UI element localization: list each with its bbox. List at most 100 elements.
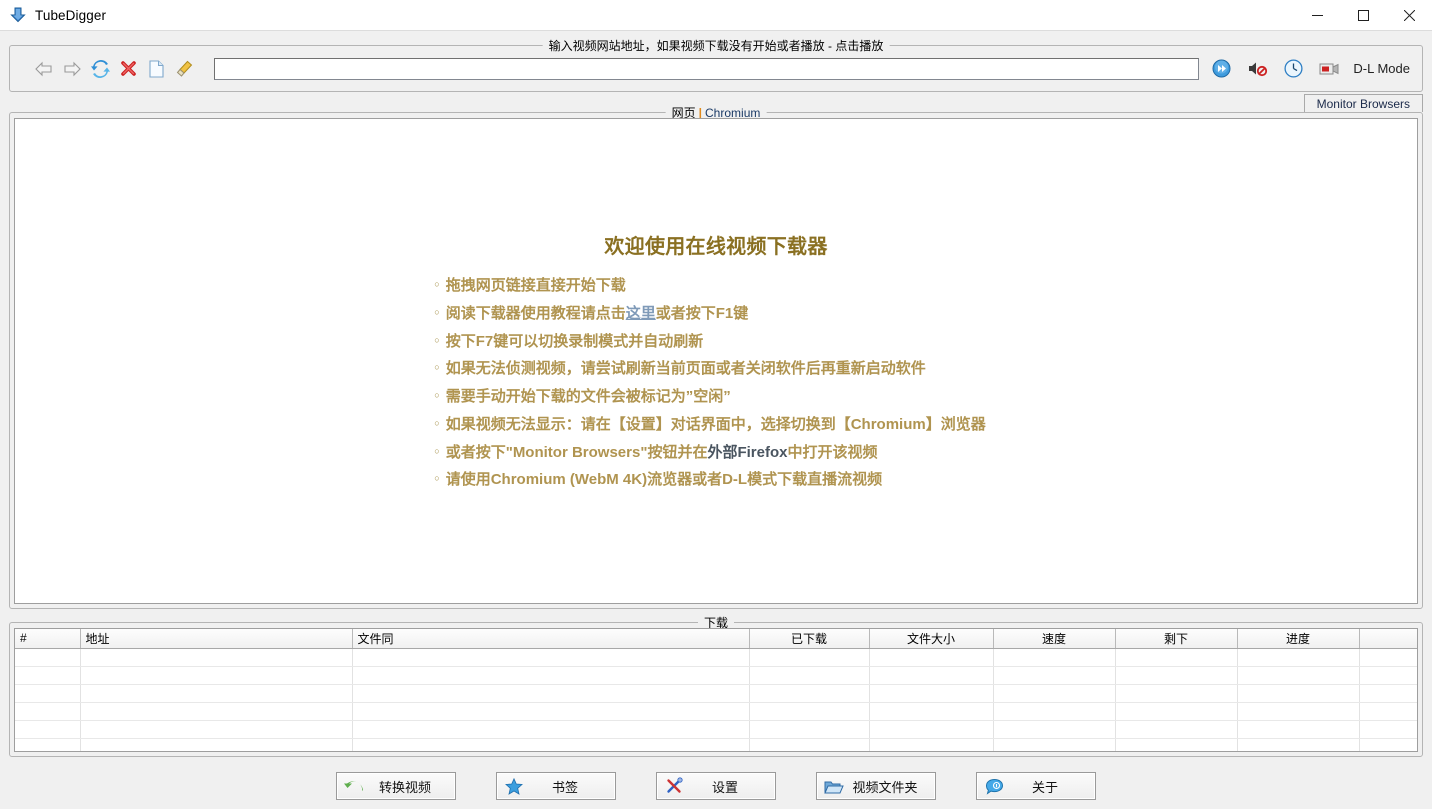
close-button[interactable] [1386,0,1432,31]
table-cell [869,738,993,752]
table-cell [869,648,993,666]
table-cell [80,702,352,720]
bullet-icon: ○ [434,447,439,456]
dl-mode-label[interactable]: D-L Mode [1353,61,1410,76]
table-cell [1115,666,1237,684]
table-cell [1359,738,1418,752]
mute-icon[interactable] [1243,56,1271,82]
table-cell [869,702,993,720]
browser-viewport[interactable]: 欢迎使用在线视频下载器 ○ 拖拽网页链接直接开始下载 ○ 阅读下载器使用教程请点… [14,118,1418,604]
table-header-row: #地址文件同已下载文件大小速度剩下进度 [15,629,1418,648]
column-header[interactable] [1359,629,1418,648]
forward-icon[interactable] [58,56,86,82]
record-icon[interactable] [1315,56,1343,82]
list-item-text: 阅读下载器使用教程请点击这里或者按下F1键 [446,305,749,324]
table-cell [15,720,80,738]
column-header[interactable]: # [15,629,80,648]
table-cell [80,666,352,684]
monitor-browsers-button[interactable]: Monitor Browsers [1304,94,1423,112]
new-page-icon[interactable] [142,56,170,82]
table-row[interactable] [15,684,1418,702]
column-header[interactable]: 进度 [1237,629,1359,648]
table-cell [993,702,1115,720]
play-icon[interactable] [1207,56,1235,82]
table-cell [749,684,869,702]
video-folder-label: 视频文件夹 [845,777,929,796]
table-cell [869,720,993,738]
table-cell [1115,738,1237,752]
maximize-button[interactable] [1340,0,1386,31]
table-cell [1237,738,1359,752]
monitor-browsers-label: Monitor Browsers [1317,97,1410,111]
clear-icon[interactable] [170,56,198,82]
about-icon [983,776,1005,796]
bullet-icon: ○ [434,363,439,372]
bullet-icon: ○ [434,391,439,400]
table-cell [1237,648,1359,666]
table-row[interactable] [15,720,1418,738]
about-button[interactable]: 关于 [976,772,1096,800]
refresh-icon[interactable] [86,56,114,82]
table-cell [993,648,1115,666]
table-cell [1115,684,1237,702]
table-cell [80,648,352,666]
table-cell [80,720,352,738]
list-item-text: 或者按下"Monitor Browsers"按钮并在外部Firefox中打开该视… [446,444,878,463]
video-folder-button[interactable]: 视频文件夹 [816,772,936,800]
column-header[interactable]: 文件同 [352,629,749,648]
list-item-text: 拖拽网页链接直接开始下载 [446,277,626,296]
table-cell [352,702,749,720]
table-row[interactable] [15,702,1418,720]
table-cell [1237,666,1359,684]
bookmarks-button[interactable]: 书签 [496,772,616,800]
column-header[interactable]: 文件大小 [869,629,993,648]
minimize-button[interactable] [1294,0,1340,31]
tutorial-link[interactable]: 这里 [626,305,656,322]
folder-icon [823,776,845,796]
convert-video-button[interactable]: 转换视频 [336,772,456,800]
bullet-pre: 如果无法侦测视频，请尝试刷新当前页面或者关闭软件后再重新启动软件 [446,360,926,377]
table-cell [1359,666,1418,684]
downloads-table-wrap[interactable]: #地址文件同已下载文件大小速度剩下进度 [14,628,1418,752]
table-cell [1359,720,1418,738]
list-item: ○ 如果无法侦测视频，请尝试刷新当前页面或者关闭软件后再重新启动软件 [434,360,985,379]
convert-video-label: 转换视频 [365,777,449,796]
list-item-text: 如果视频无法显示：请在【设置】对话界面中，选择切换到【Chromium】浏览器 [446,416,986,435]
url-input[interactable] [214,58,1199,80]
column-header[interactable]: 剩下 [1115,629,1237,648]
column-header[interactable]: 地址 [80,629,352,648]
list-item: ○ 按下F7键可以切换录制模式并自动刷新 [434,333,985,352]
url-toolbar-group: 输入视频网站地址，如果视频下载没有开始或者播放 - 点击播放 [9,45,1423,92]
about-label: 关于 [1005,777,1089,796]
table-row[interactable] [15,666,1418,684]
list-item-text: 请使用Chromium (WebM 4K)流览器或者D-L模式下载直播流视频 [446,471,882,490]
downloads-group: 下载 #地址文件同已下载文件大小速度剩下进度 [9,622,1423,757]
table-row[interactable] [15,648,1418,666]
column-header[interactable]: 已下载 [749,629,869,648]
back-icon[interactable] [30,56,58,82]
bullet-post: 中打开该视频 [787,444,877,461]
title-bar: TubeDigger [0,0,1432,31]
settings-button[interactable]: 设置 [656,772,776,800]
bullet-emphasis: 外部Firefox [707,444,787,461]
table-cell [352,738,749,752]
table-cell [1115,702,1237,720]
downloads-table: #地址文件同已下载文件大小速度剩下进度 [15,629,1418,752]
bullet-icon: ○ [434,474,439,483]
list-item: ○ 或者按下"Monitor Browsers"按钮并在外部Firefox中打开… [434,444,985,463]
stop-icon[interactable] [114,56,142,82]
download-arrow-icon [9,6,27,24]
table-cell [1237,684,1359,702]
bullet-pre: 或者按下"Monitor Browsers"按钮并在 [446,444,708,461]
clock-icon[interactable] [1279,56,1307,82]
bullet-icon: ○ [434,308,439,317]
bullet-pre: 按下F7键可以切换录制模式并自动刷新 [446,333,704,350]
column-header[interactable]: 速度 [993,629,1115,648]
table-cell [1237,702,1359,720]
star-icon [503,776,525,796]
bullet-icon: ○ [434,280,439,289]
table-row[interactable] [15,738,1418,752]
bullet-pre: 阅读下载器使用教程请点击 [446,305,626,322]
table-cell [80,684,352,702]
list-item: ○ 需要手动开始下载的文件会被标记为”空闲” [434,388,985,407]
